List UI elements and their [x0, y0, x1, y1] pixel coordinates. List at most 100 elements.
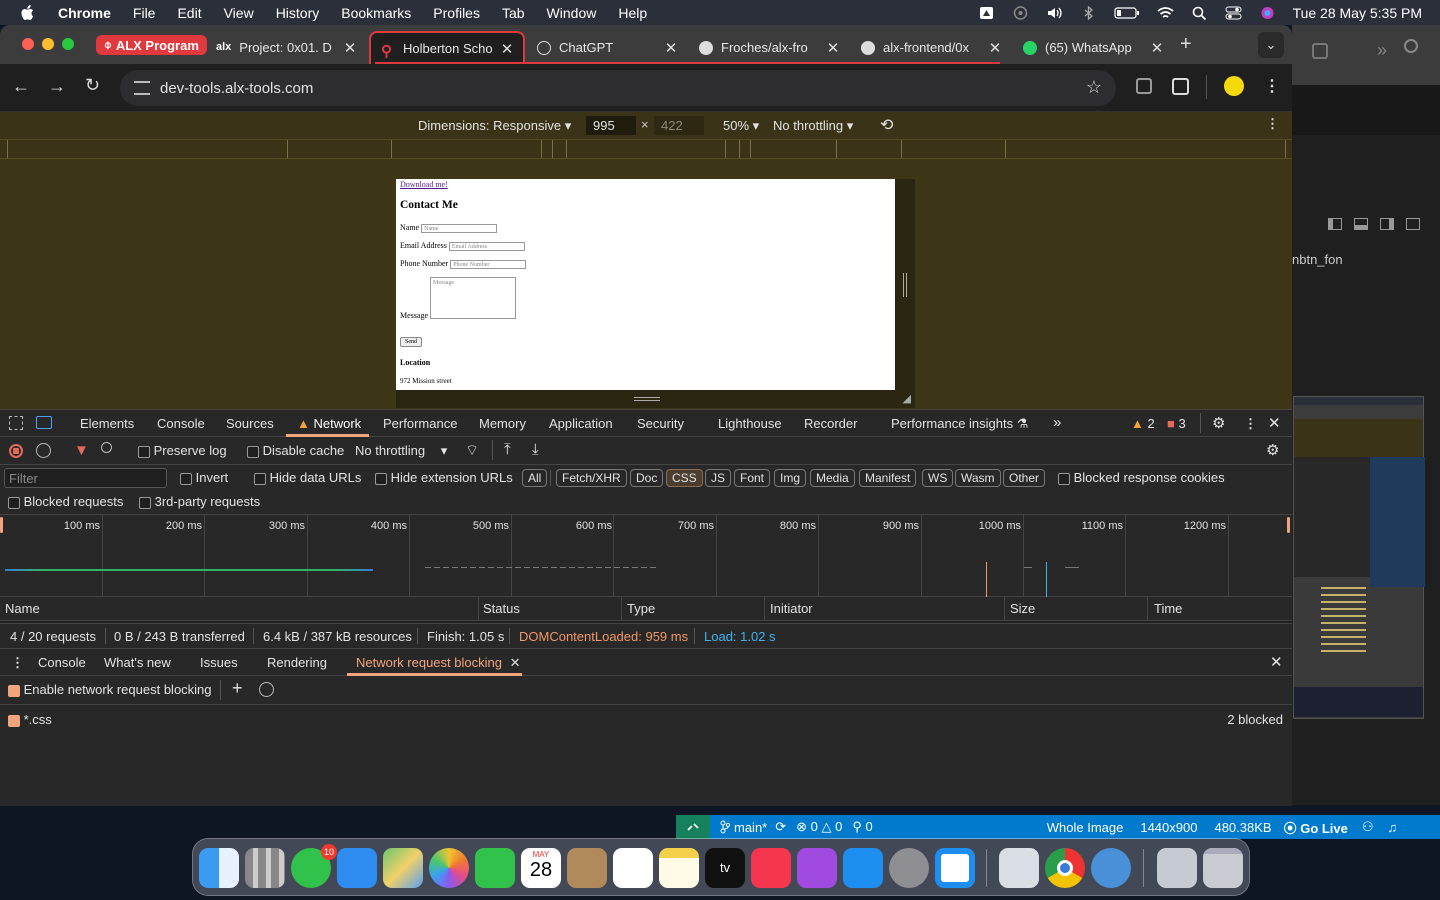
- accounts-icon[interactable]: ⚇: [1362, 819, 1374, 835]
- close-tab-icon[interactable]: ✕: [663, 39, 679, 57]
- tab-group-alx-program[interactable]: ⌽ ALX Program: [96, 35, 207, 55]
- search-icon[interactable]: [101, 442, 112, 453]
- filter-input[interactable]: Filter: [4, 468, 167, 488]
- close-drawer-icon[interactable]: ✕: [1270, 653, 1283, 671]
- inspect-element-icon[interactable]: [9, 416, 23, 430]
- preview-icon[interactable]: [999, 848, 1039, 888]
- type-filter-img[interactable]: Img: [774, 469, 807, 487]
- timeline-left-handle[interactable]: [0, 517, 3, 533]
- network-overview-timeline[interactable]: 100 ms 200 ms 300 ms 400 ms 500 ms 600 m…: [0, 515, 1292, 597]
- minimize-window-button[interactable]: [42, 38, 54, 50]
- close-devtools-icon[interactable]: ✕: [1268, 414, 1281, 432]
- extensions-puzzle-icon[interactable]: [1172, 78, 1189, 95]
- blocked-requests-checkbox[interactable]: Blocked requests: [8, 494, 123, 509]
- tab-elements[interactable]: Elements: [80, 416, 134, 431]
- podcasts-icon[interactable]: [797, 848, 837, 888]
- device-throttling-dropdown[interactable]: No throttling ▾: [773, 118, 853, 134]
- chrome-icon[interactable]: [1045, 848, 1085, 888]
- message-textarea[interactable]: Message: [430, 277, 516, 319]
- zoom-window-button[interactable]: [62, 38, 74, 50]
- download-link[interactable]: Download me!: [400, 180, 448, 189]
- type-filter-fetch-xhr[interactable]: Fetch/XHR: [556, 469, 627, 487]
- pattern-row[interactable]: *.css: [8, 712, 52, 727]
- battery-icon[interactable]: [1113, 6, 1140, 20]
- menu-bookmarks[interactable]: Bookmarks: [341, 5, 411, 21]
- trash-icon[interactable]: [1203, 848, 1243, 888]
- hide-data-urls-checkbox[interactable]: Hide data URLs: [254, 470, 361, 485]
- devtools-settings-gear-icon[interactable]: ⚙: [1212, 414, 1225, 432]
- corner-resize-icon[interactable]: ◢: [903, 392, 911, 405]
- phone-input[interactable]: Phone Number: [450, 259, 527, 269]
- new-tab-plus-icon[interactable]: +: [1180, 33, 1192, 56]
- bookmark-star-icon[interactable]: ☆: [1086, 77, 1102, 98]
- mail-icon[interactable]: [337, 848, 377, 888]
- spotlight-search-icon[interactable]: [1191, 6, 1208, 20]
- warnings-counter[interactable]: ▲ 2: [1131, 416, 1155, 431]
- menubar-app-name[interactable]: Chrome: [58, 5, 111, 21]
- third-party-requests-checkbox[interactable]: 3rd-party requests: [139, 494, 260, 509]
- dimensions-dropdown[interactable]: Dimensions: Responsive ▾: [418, 118, 571, 134]
- problems-indicator[interactable]: ⊗ 0 △ 0: [796, 819, 842, 835]
- device-height-input[interactable]: 422: [654, 116, 704, 135]
- import-har-upload-icon[interactable]: ⤒: [504, 441, 511, 458]
- more-tabs-chevron-icon[interactable]: »: [1053, 414, 1061, 431]
- menu-file[interactable]: File: [133, 5, 156, 21]
- extension-icon[interactable]: [1136, 78, 1152, 94]
- type-filter-doc[interactable]: Doc: [630, 469, 664, 487]
- drawer-tab-network-request-blocking[interactable]: Network request blocking ✕: [356, 655, 521, 671]
- tab-performance[interactable]: Performance: [383, 416, 457, 431]
- launchpad-icon[interactable]: [245, 848, 285, 888]
- tab-search-chevron-down-icon[interactable]: ⌄: [1258, 32, 1284, 58]
- type-filter-js[interactable]: JS: [705, 469, 732, 487]
- tab-holberton[interactable]: ⚲ Holberton Scho ✕: [369, 31, 525, 64]
- reminders-icon[interactable]: [613, 848, 653, 888]
- airdrop-icon[interactable]: [1012, 5, 1029, 20]
- errors-counter[interactable]: ■ 3: [1167, 416, 1186, 431]
- tab-recorder[interactable]: Recorder: [804, 416, 857, 431]
- invert-checkbox[interactable]: Invert: [180, 470, 228, 485]
- device-toggle-icon[interactable]: [36, 416, 52, 429]
- messages-icon[interactable]: 10: [291, 844, 337, 888]
- column-type[interactable]: Type: [627, 601, 655, 616]
- tab-github-froches[interactable]: Froches/alx-fro ✕: [689, 31, 849, 64]
- remove-all-patterns-icon[interactable]: [259, 682, 274, 697]
- finder-icon[interactable]: [199, 848, 239, 888]
- type-filter-other[interactable]: Other: [1003, 469, 1046, 487]
- site-info-icon[interactable]: [134, 81, 150, 95]
- volume-icon[interactable]: [1046, 6, 1063, 20]
- viewport-right-resizer[interactable]: [895, 179, 915, 390]
- apple-tv-icon[interactable]: tv: [705, 848, 745, 888]
- menu-edit[interactable]: Edit: [177, 5, 201, 21]
- name-input[interactable]: Name: [421, 223, 498, 233]
- back-arrow-icon[interactable]: ←: [12, 76, 30, 97]
- type-filter-ws[interactable]: WS: [922, 469, 954, 487]
- close-tab-icon[interactable]: ✕: [987, 39, 1003, 57]
- tab-security[interactable]: Security: [637, 416, 684, 431]
- drawer-tab-issues[interactable]: Issues: [200, 655, 238, 670]
- type-filter-media[interactable]: Media: [810, 469, 855, 487]
- remote-indicator[interactable]: [676, 815, 710, 839]
- maps-icon[interactable]: [383, 848, 423, 888]
- column-time[interactable]: Time: [1154, 601, 1182, 616]
- tab-console[interactable]: Console: [157, 416, 205, 431]
- devtools-kebab-icon[interactable]: ⋮: [1244, 416, 1257, 432]
- record-stop-icon[interactable]: [9, 444, 23, 458]
- column-size[interactable]: Size: [1010, 601, 1035, 616]
- close-drawer-tab-icon[interactable]: ✕: [510, 655, 521, 670]
- menu-tab[interactable]: Tab: [502, 5, 525, 21]
- filter-funnel-icon[interactable]: ▼: [74, 442, 89, 459]
- zoom-dropdown[interactable]: 50% ▾: [723, 118, 759, 134]
- system-settings-icon[interactable]: [889, 848, 929, 888]
- tab-memory[interactable]: Memory: [479, 416, 526, 431]
- close-tab-icon[interactable]: ✕: [825, 39, 841, 57]
- type-filter-wasm[interactable]: Wasm: [955, 469, 1001, 487]
- chrome-menu-kebab-icon[interactable]: ⋮: [1264, 76, 1280, 96]
- type-filter-manifest[interactable]: Manifest: [859, 469, 917, 487]
- reload-icon[interactable]: ↻: [85, 75, 100, 96]
- menu-help[interactable]: Help: [618, 5, 647, 21]
- siri-icon[interactable]: [1259, 6, 1276, 20]
- git-branch[interactable]: main* ⟳: [720, 819, 786, 835]
- sync-icon[interactable]: ⟳: [775, 819, 786, 835]
- go-live-button[interactable]: ⦿ Go Live: [1284, 818, 1348, 837]
- profile-avatar[interactable]: [1224, 76, 1244, 96]
